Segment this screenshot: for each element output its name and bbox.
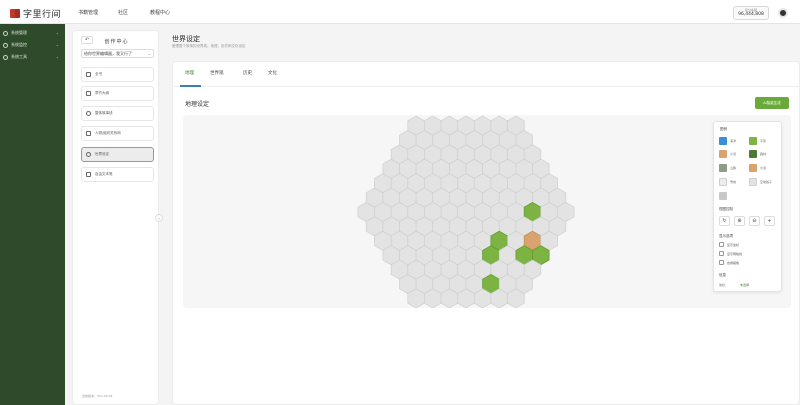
chevron-down-icon: ⌄	[55, 30, 59, 35]
chevron-down-icon: ⌄	[147, 51, 151, 56]
points-balance: 积分余额 96,444,808	[733, 6, 769, 20]
info-coords: 坐标： 未选择	[719, 283, 749, 287]
legend-swatch[interactable]	[749, 137, 757, 145]
legend-label: 森林	[760, 152, 767, 156]
edit-icon	[86, 172, 91, 177]
list-icon	[86, 91, 91, 96]
world-select[interactable]: 给你世界编辑器，我又行了 ⌄	[81, 49, 154, 58]
avatar[interactable]	[778, 8, 788, 18]
tools-icon	[3, 54, 8, 60]
legend-label: 山脉	[730, 166, 737, 170]
legend-label: 海洋	[730, 139, 737, 143]
nav-tutorials[interactable]: 教程中心	[150, 9, 170, 16]
top-bar: 字里行间 书籍管理 社区 教程中心 积分余额 96,444,808	[0, 0, 800, 24]
collapse-panel-button[interactable]: ‹	[155, 214, 163, 222]
menu-item-full-book[interactable]: 全书	[81, 67, 154, 82]
points-value: 96,444,808	[738, 12, 764, 17]
option-label: 显示坐标	[727, 242, 740, 247]
legend-swatch[interactable]	[749, 178, 757, 186]
legend-swatch[interactable]	[719, 178, 727, 186]
hex-map-area[interactable]	[183, 115, 791, 308]
globe-icon	[86, 152, 91, 157]
chevron-down-icon: ⌄	[55, 54, 59, 59]
sidebar-item-system-tools[interactable]: 系统工具 ⌄	[0, 51, 65, 63]
menu-item-label: 人物/组织关系网	[95, 131, 121, 135]
menu-item-world-setting[interactable]: 世界设定	[81, 147, 154, 162]
checkbox[interactable]	[719, 242, 724, 247]
tab-culture[interactable]: 文化	[268, 70, 277, 76]
tab-bar: 地理 世界观 历史 文化	[173, 62, 800, 87]
option-show-grid[interactable]: 显示网格线	[719, 251, 742, 256]
page-title: 世界设定	[172, 35, 200, 43]
menu-item-storyline[interactable]: 整体故事线	[81, 106, 154, 121]
section-title: 地理设定	[185, 101, 210, 108]
legend-title: 图例	[720, 127, 727, 131]
creation-title: 创作中心	[104, 39, 129, 45]
checkbox[interactable]	[719, 260, 724, 265]
info-value: 未选择	[740, 283, 750, 287]
monitor-icon	[3, 42, 8, 48]
option-label: 显示网格线	[727, 251, 743, 256]
legend-swatch[interactable]	[749, 150, 757, 158]
nav-community[interactable]: 社区	[118, 9, 128, 16]
sidebar: 系统管理 ⌄ 系统监控 ⌄ 系统工具 ⌄	[0, 24, 65, 405]
menu-item-label: 整体故事线	[95, 111, 113, 115]
menu-item-free-text[interactable]: 自由文本笔	[81, 167, 154, 182]
legend-label: 沙漠	[760, 166, 767, 170]
chevron-down-icon: ⌄	[55, 42, 59, 47]
main-card: 地理 世界观 历史 文化 地理设定 AI智能生成	[172, 61, 800, 405]
menu-item-label: 世界设定	[95, 152, 109, 156]
menu-item-label: 自由文本笔	[95, 172, 113, 176]
book-logo-icon	[10, 9, 20, 18]
people-icon	[86, 131, 91, 136]
sidebar-item-label: 系统工具	[11, 54, 27, 59]
timeline-icon	[86, 111, 91, 116]
logo-text: 字里行间	[23, 10, 62, 20]
legend-label: 平原	[760, 139, 767, 143]
hex-map[interactable]	[183, 115, 791, 308]
creation-panel: ↶ 创作中心 给你世界编辑器，我又行了 ⌄ 全书 章节大纲 整体故事线 人物/组…	[72, 30, 159, 405]
page-subtitle: 管理整个故事的世界观、地理、历史和文化设定	[172, 44, 246, 48]
legend-label: 沙漠	[730, 152, 737, 156]
option-enable-drag[interactable]: 启用拖拽	[719, 260, 739, 265]
menu-item-label: 全书	[95, 72, 102, 76]
nav-books[interactable]: 书籍管理	[78, 9, 98, 16]
sidebar-item-label: 系统管理	[11, 30, 27, 35]
legend-swatch[interactable]	[719, 192, 727, 200]
legend-swatch[interactable]	[749, 164, 757, 172]
sidebar-item-label: 系统监控	[11, 42, 27, 47]
world-select-value: 给你世界编辑器，我又行了	[84, 51, 132, 56]
checkbox[interactable]	[719, 251, 724, 256]
sidebar-item-system-monitor[interactable]: 系统监控 ⌄	[0, 39, 65, 51]
legend-swatch[interactable]	[719, 150, 727, 158]
tab-geography[interactable]: 地理	[185, 70, 194, 76]
menu-item-chapter-outline[interactable]: 章节大纲	[81, 86, 154, 101]
option-show-coords[interactable]: 显示坐标	[719, 242, 739, 247]
info-title: 信息	[719, 273, 726, 277]
legend-swatch[interactable]	[719, 164, 727, 172]
zoom-in-button[interactable]: ⊕	[734, 216, 745, 226]
active-tab-indicator	[180, 85, 201, 87]
gear-icon	[3, 30, 8, 36]
reset-view-button[interactable]: ↻	[719, 216, 730, 226]
option-label: 启用拖拽	[727, 260, 740, 265]
book-icon	[86, 72, 91, 77]
legend-swatch[interactable]	[719, 137, 727, 145]
menu-item-relations[interactable]: 人物/组织关系网	[81, 126, 154, 141]
zoom-out-button[interactable]: ⊖	[749, 216, 760, 226]
display-options-title: 显示选项	[719, 234, 733, 238]
version-text: 当前版本：V01.04.06	[82, 394, 113, 398]
legend-label: 空地格子	[760, 180, 773, 184]
legend-label: 雪地	[730, 180, 737, 184]
ai-generate-button[interactable]: AI智能生成	[755, 97, 789, 109]
add-button[interactable]: +	[764, 216, 775, 226]
menu-item-label: 章节大纲	[95, 91, 109, 95]
sidebar-item-system-admin[interactable]: 系统管理 ⌄	[0, 27, 65, 39]
view-controls-title: 视图控制	[719, 207, 733, 211]
tab-history[interactable]: 历史	[243, 70, 252, 76]
logo[interactable]: 字里行间	[10, 7, 61, 20]
tab-worldview[interactable]: 世界观	[210, 70, 224, 76]
info-label: 坐标：	[719, 283, 729, 287]
